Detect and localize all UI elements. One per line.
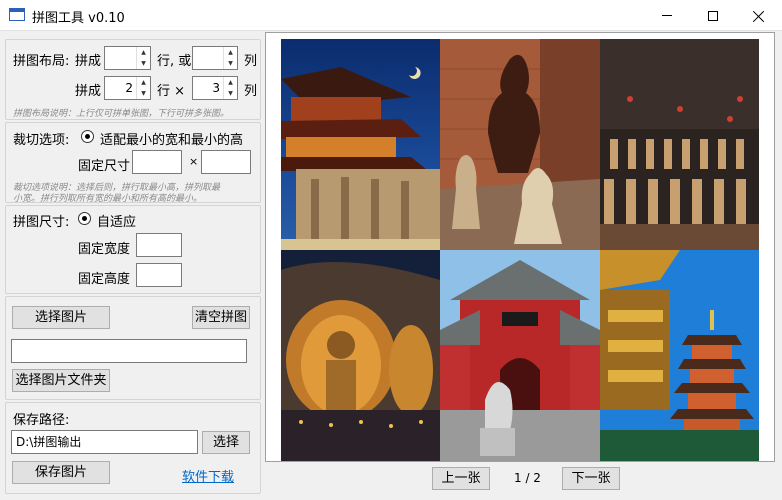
page-indicator: 1 / 2 [514,471,541,485]
single-rows-value [105,47,136,69]
collage-photo-3 [600,39,759,250]
grid-rows-value: 2 [125,81,133,95]
maximize-button[interactable] [690,0,736,31]
title-bar: 拼图工具 v0.10 [0,0,782,31]
size-group: 拼图尺寸: 自适应 固定宽度 固定高度 [5,205,261,294]
single-cols-stepper[interactable]: ▲ ▼ [192,46,238,70]
close-icon [753,10,765,22]
single-rows-stepper[interactable]: ▲ ▼ [104,46,151,70]
crop-fixed-label: 固定尺寸 [78,159,131,174]
spin-down-icon[interactable]: ▼ [137,58,150,69]
collage-photo-6 [600,250,759,461]
next-page-button[interactable]: 下一张 [562,467,620,490]
layout-row2-prefix: 拼成 [75,84,102,99]
choose-path-button[interactable]: 选择 [202,431,250,454]
size-auto-label[interactable]: 自适应 [97,211,136,230]
crop-times-sign: × [189,155,199,168]
crop-fit-label[interactable]: 适配最小的宽和最小的高 [100,129,243,148]
save-image-button[interactable]: 保存图片 [12,461,110,484]
layout-hint: 拼图布局说明：上行仅可拼单张图，下行可拼多张图。 [13,109,230,119]
collage-photo-4 [281,250,440,461]
spin-up-icon[interactable]: ▲ [137,77,150,88]
window-title: 拼图工具 v0.10 [32,11,125,26]
images-group: 选择图片 清空拼图 选择图片文件夹 [5,296,261,400]
save-path-input[interactable]: D:\拼图输出 [11,430,198,454]
layout-row1-mid: 行, 或 [157,54,192,69]
fixed-width-label: 固定宽度 [78,242,131,257]
grid-cols-value: 3 [212,81,220,95]
fixed-width-input[interactable] [136,233,182,257]
single-cols-value [193,47,223,69]
grid-cols-stepper[interactable]: 3 ▲ ▼ [192,76,238,100]
collage-preview [265,32,775,462]
layout-group: 拼图布局: 拼成 ▲ ▼ 行, 或 ▲ ▼ 列 拼成 2 ▲ ▼ 行 × 3 ▲ ▼ 列… [5,39,261,120]
size-auto-radio[interactable] [78,212,91,225]
crop-group: 裁切选项: 适配最小的宽和最小的高 固定尺寸 × 裁切选项说明：选择后则，拼行取… [5,122,261,204]
grid-rows-stepper[interactable]: 2 ▲ ▼ [104,76,151,100]
save-path-title: 保存路径: [13,413,70,428]
software-download-link[interactable]: 软件下载 [182,466,234,485]
crop-fit-radio[interactable] [81,130,94,143]
collage-photo-2 [440,39,600,250]
clear-collage-button[interactable]: 清空拼图 [192,306,250,329]
app-window-icon [9,8,25,21]
save-group: 保存路径: D:\拼图输出 选择 保存图片 软件下载 [5,402,261,494]
minimize-icon [662,15,672,16]
spin-up-icon[interactable]: ▲ [137,47,150,58]
size-title: 拼图尺寸: [13,215,70,230]
crop-title: 裁切选项: [13,133,70,148]
layout-row2-mid: 行 × [157,84,186,99]
select-folder-button[interactable]: 选择图片文件夹 [12,369,110,392]
spin-up-icon[interactable]: ▲ [224,47,237,58]
collage-photo-1 [281,39,440,250]
spin-down-icon[interactable]: ▼ [224,58,237,69]
close-button[interactable] [736,0,782,31]
fixed-height-input[interactable] [136,263,182,287]
fixed-height-label: 固定高度 [78,272,131,287]
layout-row1-prefix: 拼成 [75,54,102,69]
crop-height-input[interactable] [201,150,251,174]
maximize-icon [708,10,718,21]
layout-title: 拼图布局: [13,54,70,69]
prev-page-button[interactable]: 上一张 [432,467,490,490]
select-images-button[interactable]: 选择图片 [12,306,110,329]
minimize-button[interactable] [644,0,690,31]
layout-row2-suffix: 列 [244,84,258,99]
crop-width-input[interactable] [132,150,182,174]
layout-row1-suffix: 列 [244,54,258,69]
spin-down-icon[interactable]: ▼ [224,88,237,99]
collage-grid [281,39,759,461]
collage-photo-5 [440,250,600,461]
crop-hint-2: 小宽。拼行列取所有宽的最小和所有高的最小。 [13,194,203,204]
images-path-input[interactable] [11,339,247,363]
spin-down-icon[interactable]: ▼ [137,88,150,99]
spin-up-icon[interactable]: ▲ [224,77,237,88]
